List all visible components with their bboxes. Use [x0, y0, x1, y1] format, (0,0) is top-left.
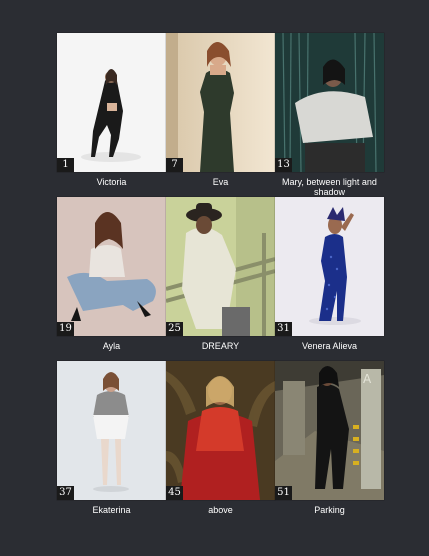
- photo-title: above: [208, 505, 233, 515]
- page-number: 13: [275, 158, 292, 172]
- gallery-item-venera-alieva[interactable]: 31 Venera Alieva: [275, 197, 384, 361]
- photo-ekaterina-image: [57, 361, 166, 500]
- photo-mary[interactable]: 13: [275, 33, 384, 172]
- photo-victoria-image: [57, 33, 166, 172]
- gallery-item-parking[interactable]: A 51 Parking: [275, 361, 384, 525]
- photo-title: Venera Alieva: [301, 341, 358, 351]
- photo-dreary[interactable]: 25: [166, 197, 275, 336]
- photo-above[interactable]: 45: [166, 361, 275, 500]
- photo-title: DREARY: [201, 341, 240, 351]
- photo-ayla[interactable]: 19: [57, 197, 166, 336]
- page-number: 1: [57, 158, 74, 172]
- page-number: 19: [57, 322, 74, 336]
- photo-parking-image: A: [275, 361, 384, 500]
- photo-venera-alieva-image: [275, 197, 384, 336]
- photo-ayla-image: [57, 197, 166, 336]
- photo-title: Mary, between light and shadow: [282, 177, 377, 197]
- photo-title: Ayla: [102, 341, 121, 351]
- photo-title: Parking: [314, 505, 345, 515]
- photo-above-image: [166, 361, 275, 500]
- page-number: 7: [166, 158, 183, 172]
- photo-ekaterina[interactable]: 37: [57, 361, 166, 500]
- photo-title: Ekaterina: [92, 505, 131, 515]
- photo-title: Eva: [212, 177, 229, 187]
- page-number: 37: [57, 486, 74, 500]
- svg-text:A: A: [363, 372, 372, 386]
- contents-page: 1 Victoria 7 Eva 13 Mary, between light …: [0, 0, 429, 556]
- photo-victoria[interactable]: 1: [57, 33, 166, 172]
- photo-mary-image: [275, 33, 384, 172]
- page-number: 25: [166, 322, 183, 336]
- photo-title: Victoria: [96, 177, 127, 187]
- photo-eva-image: [166, 33, 275, 172]
- photo-parking[interactable]: A 51: [275, 361, 384, 500]
- gallery-item-eva[interactable]: 7 Eva: [166, 33, 275, 197]
- photo-eva[interactable]: 7: [166, 33, 275, 172]
- gallery-item-above[interactable]: 45 above: [166, 361, 275, 525]
- page-number: 51: [275, 486, 292, 500]
- page-number: 31: [275, 322, 292, 336]
- gallery-item-ayla[interactable]: 19 Ayla: [57, 197, 166, 361]
- gallery-item-ekaterina[interactable]: 37 Ekaterina: [57, 361, 166, 525]
- photo-venera-alieva[interactable]: 31: [275, 197, 384, 336]
- page-number: 45: [166, 486, 183, 500]
- gallery-item-dreary[interactable]: 25 DREARY: [166, 197, 275, 361]
- gallery-item-mary[interactable]: 13 Mary, between light and shadow: [275, 33, 384, 197]
- photo-dreary-image: [166, 197, 275, 336]
- gallery-item-victoria[interactable]: 1 Victoria: [57, 33, 166, 197]
